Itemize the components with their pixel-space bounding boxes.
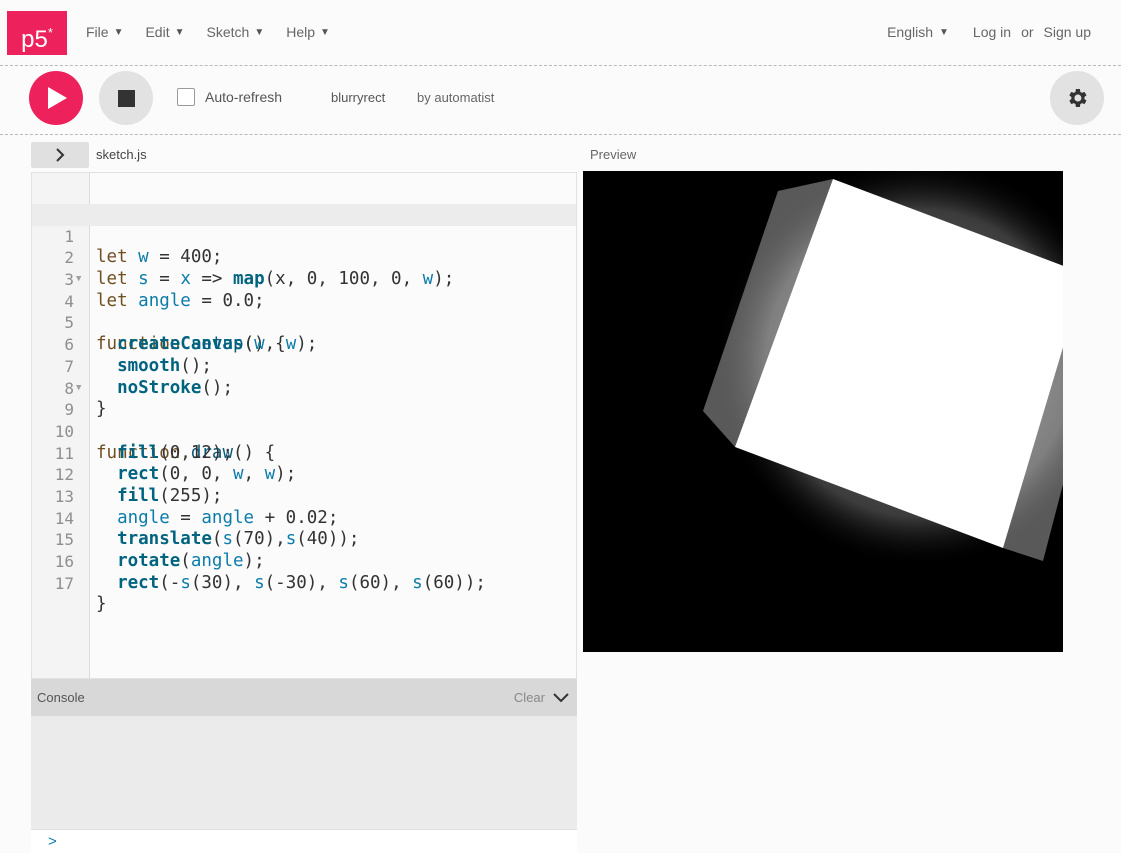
signup-link[interactable]: Sign up xyxy=(1044,24,1091,40)
code-line[interactable]: 1 let w = 400; xyxy=(32,204,576,267)
stop-icon xyxy=(118,90,135,107)
caret-down-icon: ▼ xyxy=(320,26,330,38)
top-nav: p5* File ▼ Edit ▼ Sketch ▼ Help ▼ English ▼ L… xyxy=(0,0,1121,66)
auto-refresh-checkbox[interactable] xyxy=(177,88,195,106)
p5-logo[interactable]: p5* xyxy=(7,11,67,55)
code-line[interactable]: 17 } xyxy=(32,551,576,615)
chevron-right-icon xyxy=(56,148,65,162)
code-line[interactable]: 16 rect(-s(30), s(-30), s(60), s(60)); xyxy=(32,529,576,593)
toolbar: Auto-refresh blurryrect by automatist xyxy=(0,66,1121,135)
line-text: } xyxy=(96,594,107,615)
main-menu: File ▼ Edit ▼ Sketch ▼ Help ▼ xyxy=(86,24,330,40)
code-line[interactable]: 8 } xyxy=(32,356,576,420)
caret-down-icon: ▼ xyxy=(113,26,124,38)
play-icon xyxy=(48,87,67,109)
menu-sketch[interactable]: Sketch ▼ xyxy=(207,24,265,40)
logo-text: p5 xyxy=(21,26,48,53)
menu-edit[interactable]: Edit ▼ xyxy=(145,24,184,40)
login-link[interactable]: Log in xyxy=(973,24,1011,40)
auto-refresh-toggle[interactable]: Auto-refresh xyxy=(177,88,282,106)
sketch-author: by automatist xyxy=(417,90,495,105)
menu-edit-label: Edit xyxy=(145,24,170,40)
fold-arrow-icon[interactable]: ▼ xyxy=(76,378,81,400)
console-prompt-icon: > xyxy=(48,833,57,850)
code-line[interactable]: 13 angle = angle + 0.02; xyxy=(32,464,576,528)
gear-icon xyxy=(1069,89,1087,107)
menu-help[interactable]: Help ▼ xyxy=(286,24,330,40)
code-line[interactable]: 10 fill(0,12); xyxy=(32,399,576,463)
code-line[interactable]: 7 noStroke(); xyxy=(32,334,576,398)
preview-label: Preview xyxy=(590,147,637,162)
menu-help-label: Help xyxy=(286,24,316,40)
code-line[interactable]: 5 createCanvas(w, w); xyxy=(32,291,576,354)
code-line[interactable]: 6 smooth(); xyxy=(32,312,576,376)
language-select[interactable]: English ▼ xyxy=(887,24,949,40)
console-clear-button[interactable]: Clear xyxy=(514,690,545,705)
account-nav: English ▼ Log in or Sign up xyxy=(887,24,1091,40)
code-line[interactable]: 11 rect(0, 0, w, w); xyxy=(32,421,576,485)
file-tab[interactable]: sketch.js xyxy=(96,147,147,162)
console-title: Console xyxy=(37,690,85,705)
code-line[interactable]: 12 fill(255); xyxy=(32,443,576,506)
sketch-output xyxy=(703,171,1063,568)
caret-down-icon: ▼ xyxy=(254,26,265,38)
auto-refresh-label: Auto-refresh xyxy=(205,89,283,105)
or-text: or xyxy=(1021,24,1034,40)
code-line[interactable]: 15 rotate(angle); xyxy=(32,508,576,571)
line-text: rect(-s(30), s(-30), s(60), s(60)); xyxy=(117,572,486,593)
menu-sketch-label: Sketch xyxy=(206,24,250,40)
stop-button[interactable] xyxy=(99,71,153,125)
preview-canvas[interactable] xyxy=(583,171,1063,652)
menu-file-label: File xyxy=(86,24,109,40)
code-lines: 1 let w = 400; 2 let s = x => map(x, 0, … xyxy=(32,204,576,615)
console-input[interactable]: > xyxy=(31,829,577,853)
console-header: Console Clear xyxy=(31,679,577,716)
language-label: English xyxy=(887,24,933,40)
code-line[interactable]: 14 translate(s(70),s(40)); xyxy=(32,486,576,550)
code-line[interactable]: 9 ▼ function draw() { xyxy=(32,378,576,463)
code-line[interactable]: 2 let s = x => map(x, 0, 100, 0, w); xyxy=(32,226,576,289)
sketch-name[interactable]: blurryrect xyxy=(331,90,385,105)
code-editor[interactable]: 1 let w = 400; 2 let s = x => map(x, 0, … xyxy=(31,172,577,679)
logo-mark: * xyxy=(47,25,53,40)
settings-button[interactable] xyxy=(1050,71,1104,125)
fold-arrow-icon[interactable]: ▼ xyxy=(76,269,81,291)
caret-down-icon: ▼ xyxy=(939,26,949,38)
code-line[interactable]: 4 ▼ function setup() { xyxy=(32,269,576,354)
console-controls: Clear xyxy=(514,690,569,705)
caret-down-icon: ▼ xyxy=(174,26,185,38)
code-line[interactable]: 3 let angle = 0.0; xyxy=(32,247,576,311)
expand-sidebar-button[interactable] xyxy=(31,142,89,168)
menu-file[interactable]: File ▼ xyxy=(86,24,123,40)
console-output xyxy=(31,716,577,829)
play-button[interactable] xyxy=(29,71,83,125)
line-number: 17 xyxy=(54,573,74,593)
chevron-down-icon[interactable] xyxy=(553,692,569,703)
